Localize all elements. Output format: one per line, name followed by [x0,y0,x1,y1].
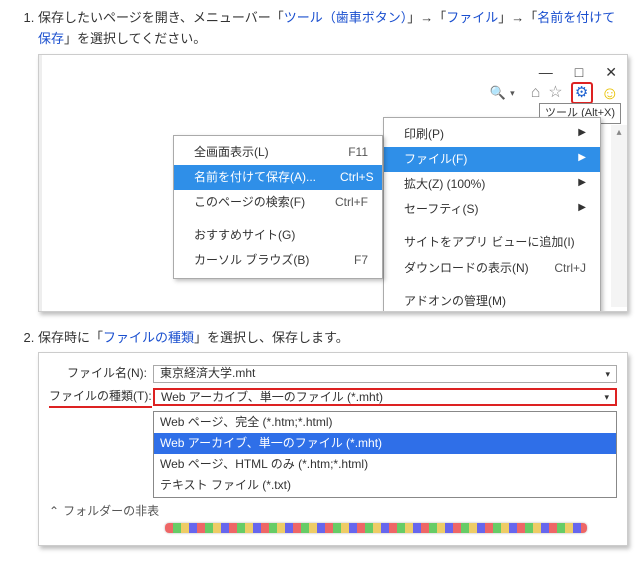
menu-item[interactable]: おすすめサイト(G) [174,223,382,248]
chevron-down-icon[interactable]: ▾ [605,367,610,381]
menu-item[interactable]: 印刷(P)▶ [384,122,600,147]
chevron-down-icon: ▾ [510,86,515,100]
step-2: 保存時に「ファイルの種類」を選択し、保存します。 ファイル名(N): 東京経済大… [38,328,628,546]
menu-item[interactable]: 名前を付けて保存(A)...Ctrl+S [174,165,382,190]
link-tool[interactable]: ツール（歯車ボタン） [284,10,408,25]
search-icon: 🔍 [490,83,506,104]
chevron-right-icon: ▶ [578,125,586,144]
decorative-bar [165,523,587,533]
menu-item[interactable]: カーソル ブラウズ(B)F7 [174,248,382,273]
filetype-dropdown[interactable]: Web ページ、完全 (*.htm;*.html)Web アーカイブ、単一のファ… [153,411,617,498]
link-file[interactable]: ファイル [446,10,498,25]
file-submenu: 全画面表示(L)F11名前を付けて保存(A)...Ctrl+Sこのページの検索(… [173,135,383,279]
chevron-right-icon: ▶ [578,200,586,219]
scrollbar[interactable]: ▴ [611,125,627,307]
filetype-field[interactable]: Web アーカイブ、単一のファイル (*.mht)▾ [153,388,617,406]
menu-item[interactable]: セーフティ(S)▶ [384,197,600,222]
filetype-option[interactable]: Web ページ、HTML のみ (*.htm;*.html) [154,454,616,475]
menu-item[interactable]: 拡大(Z) (100%)▶ [384,172,600,197]
chevron-up-icon[interactable]: ⌃ [49,502,59,521]
chevron-right-icon: ▶ [578,150,586,169]
step-1: 保存したいページを開き、メニューバー「ツール（歯車ボタン）」→「ファイル」→「名… [38,8,628,312]
tools-menu: 印刷(P)▶ファイル(F)▶拡大(Z) (100%)▶セーフティ(S)▶ サイトを… [383,117,601,312]
filename-label: ファイル名(N): [49,364,153,383]
filename-field[interactable]: 東京経済大学.mht▾ [153,365,617,383]
search-box[interactable]: 🔍 ▾ [490,83,515,104]
filetype-option[interactable]: テキスト ファイル (*.txt) [154,475,616,496]
menu-item[interactable]: ファイル(F)▶ [384,147,600,172]
ie-screenshot: — □ ✕ 🔍 ▾ ⌂ ☆ ⚙ ☺ ツール (Alt+X) 印刷(P)▶ファイル… [38,54,628,312]
gear-icon[interactable]: ⚙ [571,82,593,104]
menu-item[interactable]: ダウンロードの表示(N)Ctrl+J [384,256,600,281]
link-filetype[interactable]: ファイルの種類 [103,330,194,345]
filetype-option[interactable]: Web アーカイブ、単一のファイル (*.mht) [154,433,616,454]
filetype-label: ファイルの種類(T): [49,387,153,408]
filetype-option[interactable]: Web ページ、完全 (*.htm;*.html) [154,412,616,433]
menu-item[interactable]: アドオンの管理(M) [384,289,600,312]
scroll-up-icon[interactable]: ▴ [611,125,627,141]
chevron-down-icon[interactable]: ▾ [604,390,609,404]
save-dialog-screenshot: ファイル名(N): 東京経済大学.mht▾ ファイルの種類(T): Web アー… [38,352,628,545]
menu-item[interactable]: 全画面表示(L)F11 [174,140,382,165]
menu-item[interactable]: このページの検索(F)Ctrl+F [174,190,382,215]
chevron-right-icon: ▶ [578,175,586,194]
folder-hide-label[interactable]: フォルダーの非表 [63,502,159,521]
menu-item[interactable]: サイトをアプリ ビューに追加(I) [384,230,600,255]
